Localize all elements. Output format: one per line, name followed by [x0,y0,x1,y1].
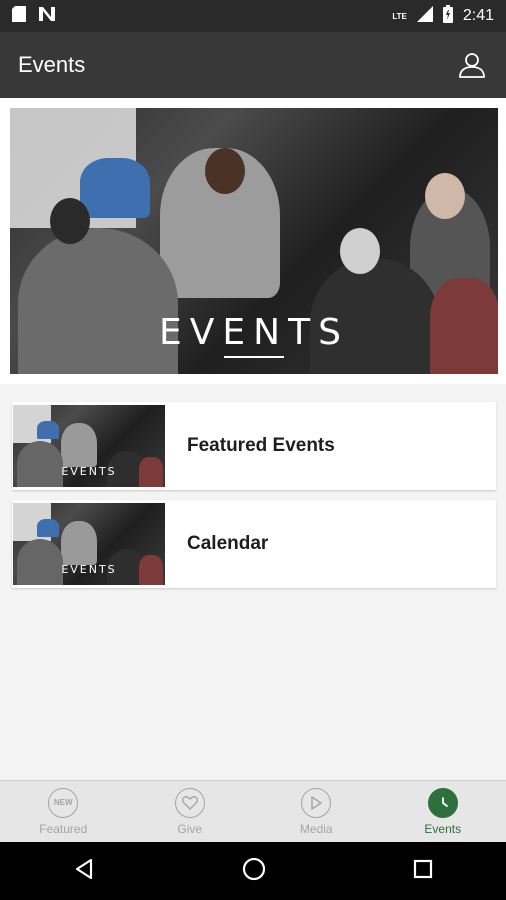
bottom-navigation: NEW Featured Give Media Events [0,780,506,842]
signal-icon [416,5,433,27]
tab-featured[interactable]: NEW Featured [0,781,127,842]
thumbnail-label: EVENTS [61,465,117,478]
sd-card-icon [12,5,26,27]
new-icon: NEW [48,787,79,818]
list-item-label: Featured Events [187,435,335,456]
network-type: LTE [392,11,407,21]
list-item-thumbnail: EVENTS [13,503,165,585]
tab-media[interactable]: Media [253,781,380,842]
hero-banner-container: EVENTS [0,98,506,384]
n-notification-icon [38,6,56,27]
clock-icon [427,787,458,818]
tab-events[interactable]: Events [380,781,506,842]
tab-give[interactable]: Give [127,781,254,842]
recents-icon[interactable] [413,859,433,884]
play-icon [301,787,332,818]
tab-label: Featured [39,821,88,836]
back-icon[interactable] [73,858,95,885]
hero-title: EVENTS [159,312,349,353]
hero-photo-head [50,198,90,244]
home-icon[interactable] [242,857,266,886]
hero-photo-person [80,158,150,218]
thumbnail-label: EVENTS [61,563,117,576]
hero-underline [224,356,284,358]
page-title: Events [18,52,86,77]
account-button[interactable] [456,49,488,81]
hero-photo-head [425,173,465,219]
hero-photo-head [205,148,245,194]
clock-time: 2:41 [462,7,494,24]
tab-label: Events [424,821,462,836]
tab-label: Give [177,821,203,836]
battery-icon [442,4,453,28]
hero-photo-head [340,228,380,274]
heart-icon [174,787,205,818]
app-bar: Events [0,32,506,98]
account-icon [459,53,485,78]
system-navigation-bar [0,842,506,900]
hero-banner[interactable]: EVENTS [10,108,498,374]
list-item-featured-events[interactable]: EVENTS Featured Events [12,402,496,490]
list-item-label: Calendar [187,533,269,554]
list-item-thumbnail: EVENTS [13,405,165,487]
status-bar: LTE 2:41 [0,0,506,32]
events-list: EVENTS Featured Events EVENTS Calendar [0,384,506,598]
tab-label: Media [299,821,333,836]
list-item-calendar[interactable]: EVENTS Calendar [12,500,496,588]
